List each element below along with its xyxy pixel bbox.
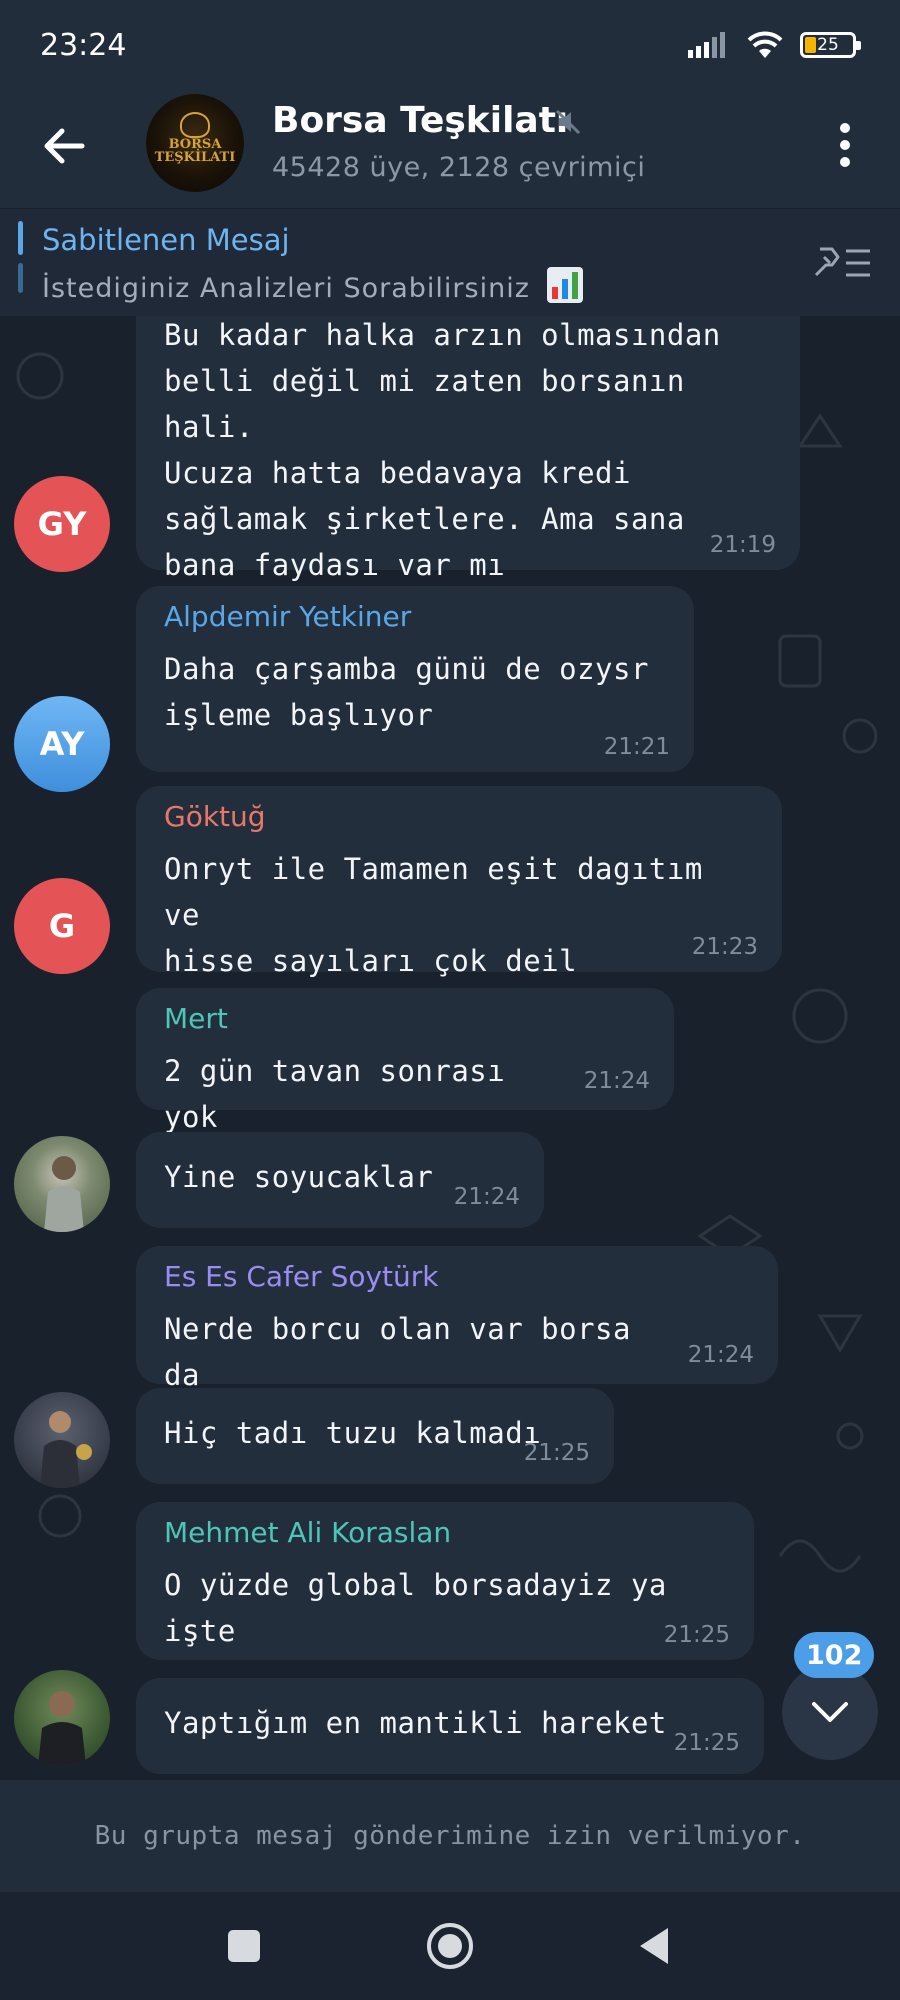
scroll-to-bottom-button[interactable] (782, 1664, 878, 1760)
avatar[interactable] (14, 1136, 110, 1232)
group-member-count: 45428 üye, 2128 çevrimiçi (272, 152, 646, 183)
message-text: Yaptığım en mantikli hareket (164, 1706, 667, 1740)
message-time: 21:21 (603, 734, 670, 760)
group-title[interactable]: Borsa Teşkilatı (272, 100, 568, 141)
chat-header: BORSA TEŞKİLATI Borsa Teşkilatı 45428 üy… (0, 92, 900, 208)
message-text: Daha çarşamba günü de ozysr işleme başlı… (164, 652, 649, 732)
message-text: Bu kadar halka arzın olmasından belli de… (164, 318, 721, 582)
message-bubble[interactable]: Göktuğ Onryt ile Tamamen eşit dagıtım ve… (136, 786, 782, 978)
recent-apps-button[interactable] (218, 1920, 270, 1972)
message-bubble[interactable]: Hiç tadı tuzu kalmadı 21:25 (136, 1388, 614, 1484)
pinned-indicator (18, 221, 23, 303)
avatar[interactable]: AY (14, 696, 110, 792)
message-bubble[interactable]: Mert 2 gün tavan sonrası yok 21:24 (136, 988, 674, 1134)
bull-logo-icon (180, 112, 210, 138)
status-icons: 25 (688, 30, 861, 60)
message-bubble[interactable]: Yaptığım en mantikli hareket 21:25 (136, 1678, 764, 1774)
message-bubble[interactable]: Es Es Cafer Soytürk Nerde borcu olan var… (136, 1246, 778, 1392)
avatar-initials: GY (37, 505, 87, 543)
more-menu-icon[interactable] (830, 120, 860, 170)
status-time: 23:24 (40, 28, 127, 63)
message-bubble[interactable]: Mehmet Ali Koraslan O yüzde global borsa… (136, 1502, 754, 1660)
pinned-text-row: İstediginiz Analizleri Sorabilirsiniz (42, 267, 584, 304)
message-time: 21:24 (583, 1068, 650, 1094)
back-arrow-icon[interactable] (36, 118, 92, 174)
pinned-title: Sabitlenen Mesaj (42, 223, 290, 257)
signal-icon (688, 32, 725, 58)
message-bubble[interactable]: Alpdemir Yetkiner Daha çarşamba günü de … (136, 586, 694, 772)
bar-chart-emoji-icon (547, 267, 584, 303)
message-text: 2 gün tavan sonrası yok (164, 1054, 524, 1134)
battery-icon: 25 (800, 32, 861, 58)
system-navigation-bar (0, 1892, 900, 2000)
pinned-text: İstediginiz Analizleri Sorabilirsiniz (42, 273, 530, 304)
avatar-initials: AY (39, 725, 85, 763)
message-time: 21:25 (673, 1730, 740, 1756)
message-text: Onryt ile Tamamen eşit dagıtım ve hisse … (164, 852, 703, 978)
pinned-message-bar[interactable]: Sabitlenen Mesaj İstediginiz Analizleri … (0, 208, 900, 316)
avatar[interactable] (14, 1670, 110, 1766)
message-text: O yüzde global borsadayiz ya işte (164, 1568, 685, 1648)
chevron-down-icon (812, 1702, 848, 1722)
message-bubble[interactable]: Yine soyucaklar 21:24 (136, 1132, 544, 1228)
message-time: 21:25 (663, 1622, 730, 1648)
composer-area: Bu grupta mesaj gönderimine izin verilmi… (0, 1780, 900, 1892)
message-time: 21:25 (523, 1440, 590, 1466)
sender-name[interactable]: Mert (164, 1004, 646, 1034)
message-time: 21:19 (709, 532, 776, 558)
sender-name[interactable]: Mehmet Ali Koraslan (164, 1518, 726, 1548)
home-button[interactable] (424, 1920, 476, 1972)
messaging-disabled-note: Bu grupta mesaj gönderimine izin verilmi… (94, 1821, 806, 1851)
wifi-icon (747, 31, 783, 58)
battery-level: 25 (817, 35, 839, 55)
back-button[interactable] (630, 1920, 682, 1972)
avatar[interactable]: G (14, 878, 110, 974)
group-avatar-logo: BORSA TEŞKİLATI (154, 137, 236, 165)
user-photo-icon (40, 1411, 92, 1488)
message-text: Nerde borcu olan var borsa da (164, 1312, 649, 1392)
message-time: 21:24 (453, 1184, 520, 1210)
user-photo-icon (44, 1156, 84, 1232)
avatar[interactable]: GY (14, 476, 110, 572)
message-list[interactable]: GY Bu kadar halka arzın olmasından belli… (0, 316, 900, 1780)
status-bar: 23:24 25 (0, 0, 900, 92)
message-text: Hiç tadı tuzu kalmadı (164, 1416, 542, 1450)
sender-name[interactable]: Göktuğ (164, 802, 754, 832)
user-photo-icon (38, 1691, 86, 1766)
sender-name[interactable]: Alpdemir Yetkiner (164, 602, 666, 632)
group-avatar[interactable]: BORSA TEŞKİLATI (146, 94, 244, 192)
pinned-list-icon[interactable] (812, 243, 874, 283)
message-bubble[interactable]: Bu kadar halka arzın olmasından belli de… (136, 316, 800, 582)
message-time: 21:23 (691, 934, 758, 960)
sender-name[interactable]: Es Es Cafer Soytürk (164, 1262, 750, 1292)
avatar[interactable] (14, 1392, 110, 1488)
avatar-initials: G (48, 907, 76, 945)
message-time: 21:24 (687, 1342, 754, 1368)
mute-icon (555, 109, 581, 135)
unread-count-badge[interactable]: 102 (794, 1632, 875, 1678)
